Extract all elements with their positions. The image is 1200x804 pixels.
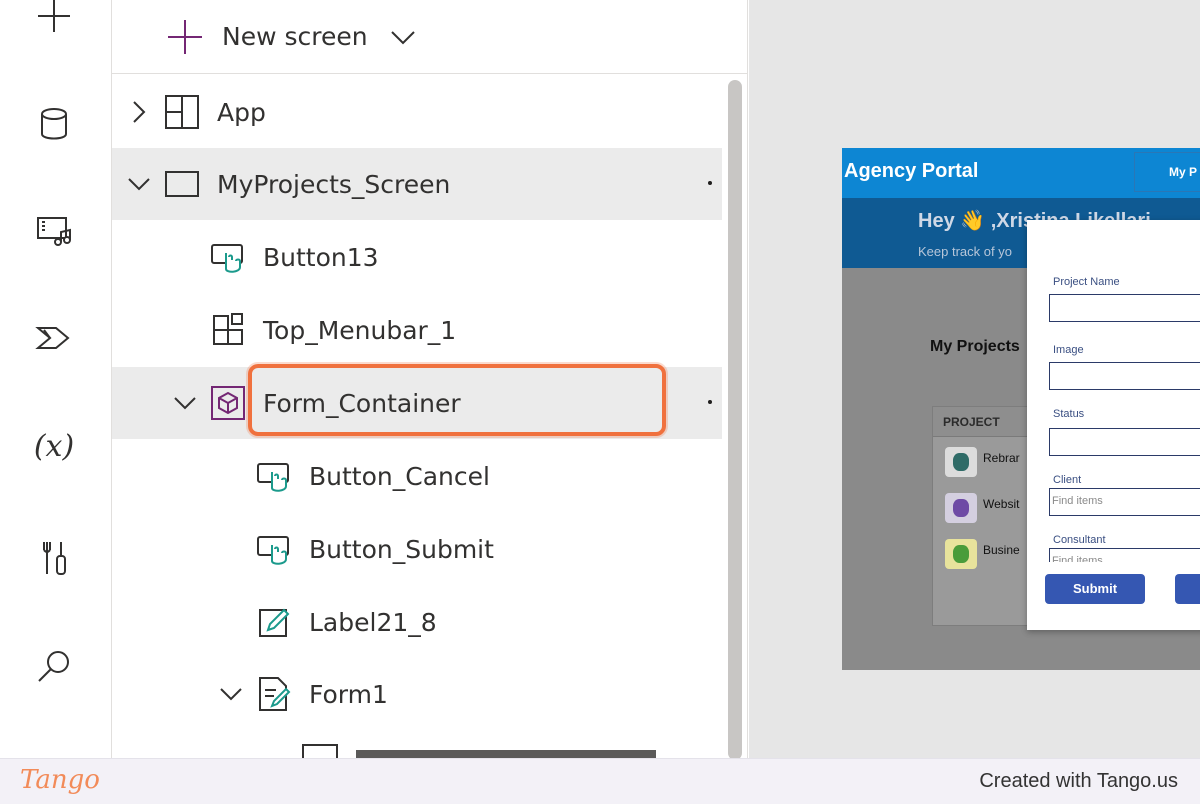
app-root: (x) New screen App MyProjects_Screen But…	[0, 0, 1200, 804]
tree-scrollbar[interactable]	[728, 80, 742, 758]
tree-node-label: Top_Menubar_1	[263, 315, 457, 345]
tree-node-label: App	[217, 97, 266, 127]
submit-button[interactable]: Submit	[1045, 574, 1145, 604]
media-icon[interactable]	[26, 202, 82, 258]
advanced-tools-icon[interactable]	[26, 530, 82, 586]
chevron-down-icon[interactable]	[218, 681, 244, 707]
chevron-down-icon[interactable]	[126, 171, 152, 197]
container-icon	[210, 385, 246, 421]
tree-node-button-cancel[interactable]: Button_Cancel	[112, 440, 722, 512]
new-screen-button[interactable]: New screen	[112, 0, 747, 74]
tree-node-label21-8[interactable]: Label21_8	[112, 586, 722, 658]
canvas-area: Agency Portal My P Hey 👋 ,Xristina Likel…	[749, 0, 1200, 758]
app-preview: Agency Portal My P Hey 👋 ,Xristina Likel…	[842, 148, 1200, 670]
chevron-down-icon[interactable]	[172, 390, 198, 416]
form-field-label: Client	[1053, 474, 1082, 486]
new-screen-label: New screen	[222, 22, 368, 51]
project-thumbnail-shape	[953, 545, 969, 563]
more-options-icon[interactable]	[708, 181, 712, 185]
tree-node-button13[interactable]: Button13	[112, 221, 722, 293]
left-rail: (x)	[0, 0, 112, 758]
tree-node-partial	[112, 738, 722, 758]
preview-app-title: Agency Portal	[844, 160, 979, 182]
tree-node-label: Button13	[263, 242, 379, 272]
preview-nav-button[interactable]: My P	[1134, 152, 1200, 192]
partial-label	[356, 750, 656, 758]
add-icon[interactable]	[26, 0, 82, 44]
chevron-right-icon[interactable]	[126, 99, 152, 125]
form-field-label: Project Name	[1053, 276, 1120, 288]
search-icon[interactable]	[26, 638, 82, 694]
power-automate-icon[interactable]	[26, 310, 82, 366]
project-name: Rebrar	[983, 451, 1020, 465]
tango-highlight-box	[248, 364, 666, 436]
form-field-label: Status	[1053, 408, 1085, 420]
button-icon	[256, 458, 292, 494]
button-icon	[256, 531, 292, 567]
created-with-text: Created with Tango.us	[979, 770, 1178, 792]
project-thumbnail	[945, 447, 977, 477]
form-field-label: Consultant	[1053, 534, 1106, 546]
tango-logo: Tango	[20, 765, 100, 795]
tree-node-label: Form1	[309, 679, 388, 709]
project-thumbnail-shape	[953, 453, 969, 471]
tree-node-top-menubar-1[interactable]: Top_Menubar_1	[112, 294, 722, 366]
tree-node-label: Label21_8	[309, 607, 437, 637]
project-name: Websit	[983, 497, 1020, 511]
button-icon	[210, 239, 246, 275]
cancel-button[interactable]	[1175, 574, 1200, 604]
form-icon	[256, 676, 292, 712]
status-input[interactable]	[1049, 428, 1200, 456]
client-combobox[interactable]: Find items	[1049, 488, 1200, 516]
app-icon	[164, 94, 200, 130]
chevron-down-icon[interactable]	[390, 24, 416, 50]
tree-node-app[interactable]: App	[112, 76, 722, 148]
component-icon	[210, 312, 246, 348]
preview-greeting-sub: Keep track of yo	[918, 244, 1012, 259]
plus-icon	[168, 19, 202, 54]
tree-node-form1[interactable]: Form1	[112, 658, 722, 730]
tree-node-button-submit[interactable]: Button_Submit	[112, 513, 722, 585]
preview-section-title: My Projects	[930, 338, 1020, 355]
project-thumbnail	[945, 539, 977, 569]
project-name: Busine	[983, 543, 1020, 557]
tree-node-myprojects-screen[interactable]: MyProjects_Screen	[112, 148, 722, 220]
tango-footer: Tango Created with Tango.us	[0, 758, 1200, 804]
label-icon	[256, 604, 292, 640]
project-thumbnail	[945, 493, 977, 523]
tree-view-panel: New screen App MyProjects_Screen Button1…	[112, 0, 748, 758]
project-thumbnail-shape	[953, 499, 969, 517]
screen-icon	[164, 166, 200, 202]
data-icon[interactable]	[26, 96, 82, 152]
tree-node-label: MyProjects_Screen	[217, 169, 451, 199]
form-field-label: Image	[1053, 344, 1084, 356]
more-options-icon[interactable]	[708, 400, 712, 404]
tree-node-label: Button_Cancel	[309, 461, 490, 491]
consultant-combobox[interactable]: Find items	[1049, 548, 1200, 562]
project-name-input[interactable]	[1049, 294, 1200, 322]
partial-icon	[302, 744, 338, 758]
variables-icon[interactable]: (x)	[26, 418, 82, 474]
preview-form-card: Project Name Image Status Client Find it…	[1027, 220, 1200, 630]
tree-node-label: Button_Submit	[309, 534, 494, 564]
image-input[interactable]	[1049, 362, 1200, 390]
